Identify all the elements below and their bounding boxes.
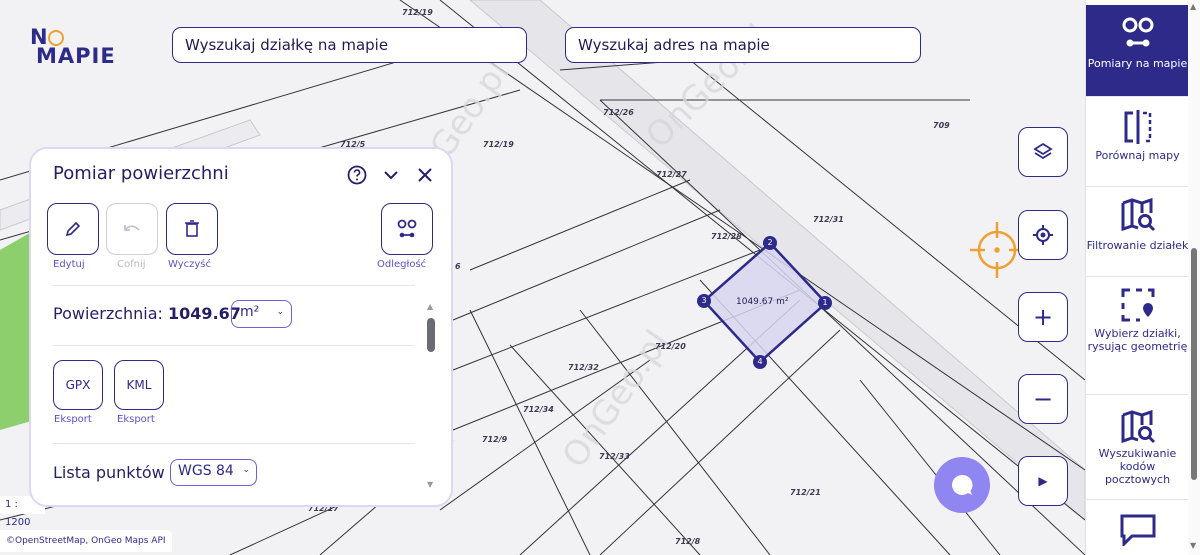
- expand-button[interactable]: ▶: [1018, 456, 1068, 506]
- undo-button[interactable]: [106, 203, 158, 255]
- sidebar-item-label: Porównaj mapy: [1095, 149, 1180, 162]
- polygon-area-label: 1049.67 m²: [736, 297, 789, 307]
- chat-button[interactable]: [934, 457, 990, 513]
- parcel-label: 712/28: [711, 232, 742, 241]
- parcel-label: 712/27: [656, 170, 687, 179]
- clear-label: Wyczyść: [168, 259, 212, 270]
- pencil-icon: [65, 221, 81, 237]
- attribution[interactable]: ©OpenStreetMap, OnGeo Maps API: [0, 530, 172, 552]
- vertex-handle[interactable]: 3: [697, 294, 711, 308]
- divider: [53, 345, 415, 346]
- parcel-label: 712/20: [655, 342, 686, 351]
- distance-label: Odległość: [377, 259, 427, 270]
- parcel-label: 712/32: [568, 363, 599, 372]
- crosshair-icon: [970, 222, 1024, 278]
- sidebar-item-label: Wyszukiwanie kodów pocztowych: [1098, 447, 1177, 486]
- undo-icon: [124, 225, 140, 231]
- parcel-label: 712/21: [790, 488, 821, 497]
- measure-icon: [1122, 17, 1153, 47]
- address-search-input[interactable]: Wyszukaj adres na mapie: [565, 27, 921, 63]
- clear-button[interactable]: [166, 203, 218, 255]
- area-readout: Powierzchnia: 1049.67: [53, 304, 241, 323]
- chevron-down-icon: ⌄: [242, 465, 250, 475]
- map-search-icon: [1121, 197, 1155, 232]
- parcel-label: 712/9: [482, 435, 508, 444]
- locate-button[interactable]: [1018, 210, 1068, 260]
- export-kml-button[interactable]: KML: [114, 360, 164, 410]
- edit-button[interactable]: [47, 203, 99, 255]
- scroll-up-icon[interactable]: ▲: [1190, 2, 1196, 11]
- vertex-handle[interactable]: 2: [763, 236, 777, 250]
- sidebar-item-label: Wybierz działki, rysując geometrię: [1087, 327, 1188, 353]
- scroll-down-icon[interactable]: ▼: [1190, 541, 1196, 550]
- unit-selected: m²: [240, 304, 260, 320]
- locate-icon: [1033, 225, 1053, 245]
- parcel-label: 709: [933, 121, 950, 130]
- chevron-down-icon: ⌄: [276, 307, 284, 317]
- points-list-label: Lista punktów: [53, 463, 165, 482]
- layers-icon: [1033, 142, 1053, 160]
- divider: [53, 285, 415, 286]
- vertex-handle[interactable]: 4: [753, 355, 767, 369]
- parcel-label: 712/33: [599, 452, 630, 461]
- page-scrollbar-thumb[interactable]: [1191, 248, 1197, 480]
- export-kml-label: Eksport: [117, 414, 155, 425]
- sidebar-item-compare[interactable]: Porównaj mapy: [1086, 97, 1189, 187]
- plus-icon: +: [1032, 303, 1054, 331]
- sidebar-item-label: Pomiary na mapie: [1087, 57, 1188, 70]
- panel-scrollbar-thumb[interactable]: [427, 318, 435, 352]
- distance-button[interactable]: [381, 203, 433, 255]
- close-icon[interactable]: [417, 167, 433, 183]
- layers-button[interactable]: [1018, 127, 1068, 177]
- parcel-search-input[interactable]: Wyszukaj działkę na mapie: [172, 27, 527, 63]
- crs-select[interactable]: WGS 84 ⌄: [170, 459, 257, 486]
- zoom-in-button[interactable]: +: [1018, 292, 1068, 342]
- parcel-label: 712/26: [603, 108, 634, 117]
- scroll-down-icon[interactable]: ▼: [427, 480, 433, 489]
- logo[interactable]: N MAPIE: [30, 27, 116, 68]
- tools-sidebar: Pomiary na mapie Porównaj mapy Filtrowan…: [1085, 0, 1200, 555]
- parcel-label: 712/31: [813, 215, 844, 224]
- vertex-handle[interactable]: 1: [818, 296, 832, 310]
- parcel-label: 712/8: [675, 537, 701, 546]
- parcel-label: 712/34: [523, 405, 554, 414]
- draw-selection-icon: [1121, 288, 1154, 322]
- minus-icon: −: [1032, 385, 1054, 413]
- logo-wordmark: MAPIE: [36, 44, 116, 68]
- play-right-icon: ▶: [1038, 474, 1048, 488]
- zoom-out-button[interactable]: −: [1018, 374, 1068, 424]
- sidebar-item-label: Filtrowanie działek: [1086, 239, 1189, 252]
- distance-icon: [397, 219, 417, 238]
- area-measurement-panel: Pomiar powierzchni Edytuj Cofnij Wyczyść…: [29, 147, 453, 507]
- sidebar-item-postal-codes[interactable]: Wyszukiwanie kodów pocztowych: [1086, 395, 1189, 500]
- trash-icon: [185, 220, 199, 237]
- help-icon[interactable]: [347, 165, 367, 185]
- page-scrollbar[interactable]: ▲ ▼: [1188, 0, 1200, 555]
- area-label: Powierzchnia:: [53, 304, 163, 323]
- scroll-up-icon[interactable]: ▲: [427, 302, 433, 311]
- sidebar-item-filter[interactable]: Filtrowanie działek: [1086, 187, 1189, 277]
- sidebar-item-draw-select[interactable]: Wybierz działki, rysując geometrię: [1086, 277, 1189, 395]
- divider: [53, 443, 415, 444]
- chat-icon: [952, 474, 973, 495]
- panel-title: Pomiar powierzchni: [53, 163, 229, 184]
- edit-label: Edytuj: [53, 259, 85, 270]
- parcel-label: 6: [455, 262, 461, 271]
- message-icon: [1120, 514, 1155, 546]
- parcel-label: 712/19: [483, 140, 514, 149]
- undo-label: Cofnij: [117, 259, 146, 270]
- compare-maps-icon: [1124, 110, 1151, 144]
- sidebar-item-measurements[interactable]: Pomiary na mapie: [1086, 5, 1189, 97]
- export-gpx-label: Eksport: [54, 414, 92, 425]
- unit-select[interactable]: m² ⌄: [231, 300, 292, 328]
- sidebar-item-feedback[interactable]: [1086, 500, 1189, 555]
- area-value: 1049.67: [168, 304, 241, 323]
- chevron-down-icon[interactable]: [383, 168, 399, 182]
- map-search-icon: [1121, 409, 1155, 444]
- crs-selected: WGS 84: [178, 463, 234, 479]
- export-gpx-button[interactable]: GPX: [53, 360, 103, 410]
- parcel-label: 712/19: [402, 8, 433, 17]
